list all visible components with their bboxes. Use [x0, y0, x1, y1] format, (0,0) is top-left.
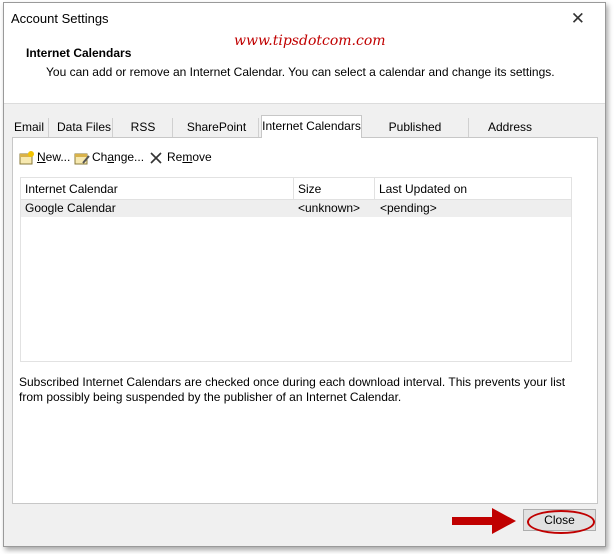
title-bar: Account Settings ✕ [4, 3, 605, 33]
remove-button[interactable]: Remove [149, 148, 212, 166]
tab-address-books[interactable]: Address Books [470, 118, 550, 153]
tab-data-files[interactable]: Data Files [56, 118, 113, 137]
cell-size: <unknown> [298, 201, 361, 215]
cell-last-updated: <pending> [380, 201, 437, 215]
new-mnemonic: N [37, 150, 46, 164]
tab-panel: New... Change... Remove Internet Calenda… [12, 137, 598, 504]
section-description: You can add or remove an Internet Calend… [46, 65, 555, 79]
change-label: nge... [114, 150, 145, 164]
tab-sharepoint-lists[interactable]: SharePoint Lists [175, 118, 259, 153]
watermark: www.tipsdotcom.com [234, 33, 386, 49]
red-arrow-icon [452, 508, 516, 534]
remove-mnemonic: m [182, 150, 193, 164]
dialog-header: www.tipsdotcom.com Internet Calendars Yo… [4, 33, 605, 104]
column-header-size[interactable]: Size [294, 178, 375, 200]
column-header-internet-calendar[interactable]: Internet Calendar [21, 178, 294, 200]
remove-label-pre: Re [167, 150, 183, 164]
remove-x-icon [150, 152, 162, 164]
new-button[interactable]: New... [19, 148, 70, 166]
change-calendar-icon [74, 153, 90, 165]
section-title: Internet Calendars [26, 46, 132, 60]
tab-rss-feeds[interactable]: RSS Feeds [114, 118, 173, 153]
change-button[interactable]: Change... [74, 148, 144, 166]
new-label: ew... [45, 150, 71, 164]
close-window-icon[interactable]: ✕ [571, 9, 585, 29]
cell-calendar-name: Google Calendar [25, 201, 116, 215]
tab-email[interactable]: Email [10, 118, 49, 137]
close-button[interactable]: Close [523, 509, 596, 531]
table-row[interactable]: Google Calendar <unknown> <pending> [21, 200, 571, 217]
remove-label: ove [192, 150, 212, 164]
info-text: Subscribed Internet Calendars are checke… [19, 375, 566, 404]
column-header-last-updated[interactable]: Last Updated on [375, 178, 571, 200]
tab-published-calendars[interactable]: Published Calendars [362, 118, 469, 153]
tab-internet-calendars[interactable]: Internet Calendars [261, 115, 362, 138]
calendar-list[interactable]: Internet Calendar Size Last Updated on G… [20, 177, 572, 362]
window-title: Account Settings [11, 11, 109, 26]
account-settings-dialog: Account Settings ✕ www.tipsdotcom.com In… [3, 2, 606, 547]
new-calendar-icon [19, 150, 34, 165]
change-label-pre: Ch [92, 150, 108, 164]
